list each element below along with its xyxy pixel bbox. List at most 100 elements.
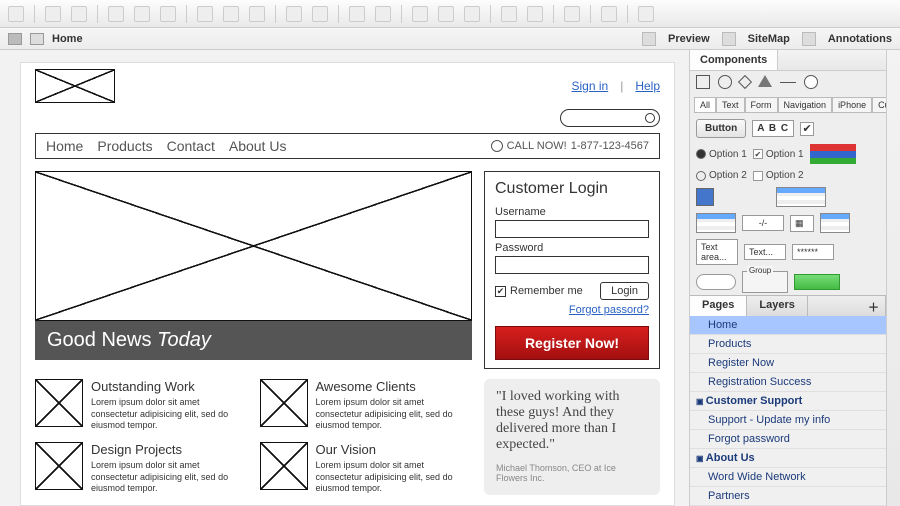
- page-item-reg-success[interactable]: Registration Success: [690, 373, 886, 392]
- comp-textfield[interactable]: Text...: [744, 244, 786, 260]
- logo-placeholder[interactable]: [35, 69, 115, 103]
- group-icon[interactable]: [349, 6, 365, 22]
- comp-colors[interactable]: [810, 144, 856, 164]
- bold-icon[interactable]: [108, 6, 124, 22]
- square-icon[interactable]: [696, 75, 710, 89]
- nav-contact[interactable]: Contact: [167, 138, 215, 154]
- comp-window[interactable]: [696, 188, 714, 206]
- login-button[interactable]: Login: [600, 282, 649, 300]
- comp-textarea[interactable]: Text area...: [696, 239, 738, 265]
- comp-check-option-2[interactable]: Option 2: [753, 170, 804, 181]
- sitemap-button[interactable]: SiteMap: [748, 33, 790, 45]
- comp-grid[interactable]: [696, 213, 736, 233]
- comp-check-option[interactable]: ✔Option 1: [753, 149, 804, 160]
- circle-icon[interactable]: [718, 75, 732, 89]
- comp-slider[interactable]: -/-: [742, 215, 784, 231]
- distribute-h-icon[interactable]: [501, 6, 517, 22]
- italic-icon[interactable]: [134, 6, 150, 22]
- page-item-home[interactable]: Home: [690, 316, 886, 335]
- home-icon[interactable]: [8, 33, 22, 45]
- hero-image-placeholder[interactable]: [35, 171, 472, 321]
- feature-image-placeholder[interactable]: [35, 379, 83, 427]
- align-top-icon[interactable]: [412, 6, 428, 22]
- sitemap-icon[interactable]: [722, 32, 736, 46]
- comp-list[interactable]: [820, 213, 850, 233]
- page-group-about[interactable]: About Us: [690, 449, 886, 468]
- breadcrumb-home[interactable]: Home: [52, 33, 83, 45]
- align-left-icon[interactable]: [197, 6, 213, 22]
- forgot-link[interactable]: Forgot passord?: [569, 304, 649, 316]
- filter-text[interactable]: Text: [716, 97, 745, 113]
- page-item-register[interactable]: Register Now: [690, 354, 886, 373]
- comp-search[interactable]: [696, 274, 736, 290]
- help-link[interactable]: Help: [635, 79, 660, 93]
- copy-icon[interactable]: [601, 6, 617, 22]
- undo-icon[interactable]: [45, 6, 61, 22]
- nav-home[interactable]: Home: [46, 138, 83, 154]
- page-group-support[interactable]: Customer Support: [690, 392, 886, 411]
- page-item-products[interactable]: Products: [690, 335, 886, 354]
- canvas-area[interactable]: Sign in | Help Home Products Contact Abo…: [0, 50, 690, 506]
- annotations-icon[interactable]: [802, 32, 816, 46]
- redo-icon[interactable]: [71, 6, 87, 22]
- ungroup-icon[interactable]: [375, 6, 391, 22]
- feature-text: Lorem ipsum dolor sit amet consectetur a…: [316, 460, 473, 495]
- cloud-icon[interactable]: [804, 75, 818, 89]
- back-nav-icon[interactable]: [30, 33, 44, 45]
- signin-link[interactable]: Sign in: [571, 79, 608, 93]
- settings-icon[interactable]: [638, 6, 654, 22]
- align-bottom-icon[interactable]: [464, 6, 480, 22]
- feature-image-placeholder[interactable]: [260, 442, 308, 490]
- testimonial: "I loved working with these guys! And th…: [484, 379, 660, 495]
- align-center-icon[interactable]: [223, 6, 239, 22]
- feature-image-placeholder[interactable]: [260, 379, 308, 427]
- comp-button[interactable]: Button: [696, 119, 746, 138]
- wf-nav: Home Products Contact About Us CALL NOW!…: [35, 133, 660, 159]
- tab-layers[interactable]: Layers: [747, 296, 807, 316]
- hero-title[interactable]: Good News Today: [35, 321, 472, 360]
- page-item-forgot[interactable]: Forgot password: [690, 430, 886, 449]
- line-icon[interactable]: [780, 82, 796, 83]
- align-right-icon[interactable]: [249, 6, 265, 22]
- tab-pages[interactable]: Pages: [690, 296, 747, 316]
- front-icon[interactable]: [286, 6, 302, 22]
- comp-table[interactable]: [776, 187, 826, 207]
- preview-icon[interactable]: [642, 32, 656, 46]
- filter-nav[interactable]: Navigation: [778, 97, 833, 113]
- filter-iphone[interactable]: iPhone: [832, 97, 872, 113]
- align-middle-icon[interactable]: [438, 6, 454, 22]
- page-item-support-update[interactable]: Support - Update my info: [690, 411, 886, 430]
- open-icon[interactable]: [8, 6, 24, 22]
- comp-calendar[interactable]: ▦: [790, 215, 814, 232]
- filter-form[interactable]: Form: [745, 97, 778, 113]
- nav-products[interactable]: Products: [97, 138, 152, 154]
- annotations-button[interactable]: Annotations: [828, 33, 892, 45]
- comp-groupbox[interactable]: [742, 271, 788, 293]
- comp-radio-2[interactable]: Option 2: [696, 170, 747, 181]
- remember-checkbox[interactable]: ✔: [495, 286, 506, 297]
- page-item-partners[interactable]: Partners: [690, 487, 886, 506]
- nav-about[interactable]: About Us: [229, 138, 287, 154]
- comp-checkbox[interactable]: ✔: [800, 122, 814, 136]
- preview-button[interactable]: Preview: [668, 33, 710, 45]
- tab-components[interactable]: Components: [690, 50, 778, 70]
- username-input[interactable]: [495, 220, 649, 238]
- distribute-v-icon[interactable]: [527, 6, 543, 22]
- phone-icon: [491, 140, 503, 152]
- register-button[interactable]: Register Now!: [495, 326, 649, 360]
- back-icon[interactable]: [312, 6, 328, 22]
- lock-icon[interactable]: [564, 6, 580, 22]
- comp-password[interactable]: ******: [792, 244, 834, 260]
- diamond-icon[interactable]: [738, 75, 752, 89]
- add-page-icon[interactable]: ＋: [862, 296, 886, 316]
- feature-image-placeholder[interactable]: [35, 442, 83, 490]
- password-input[interactable]: [495, 256, 649, 274]
- triangle-icon[interactable]: [758, 75, 772, 87]
- underline-icon[interactable]: [160, 6, 176, 22]
- filter-all[interactable]: All: [694, 97, 716, 113]
- page-item-wwn[interactable]: Word Wide Network: [690, 468, 886, 487]
- comp-heading[interactable]: A B C: [752, 120, 794, 137]
- comp-progress[interactable]: [794, 274, 840, 290]
- search-input[interactable]: [560, 109, 660, 127]
- comp-radio[interactable]: Option 1: [696, 149, 747, 160]
